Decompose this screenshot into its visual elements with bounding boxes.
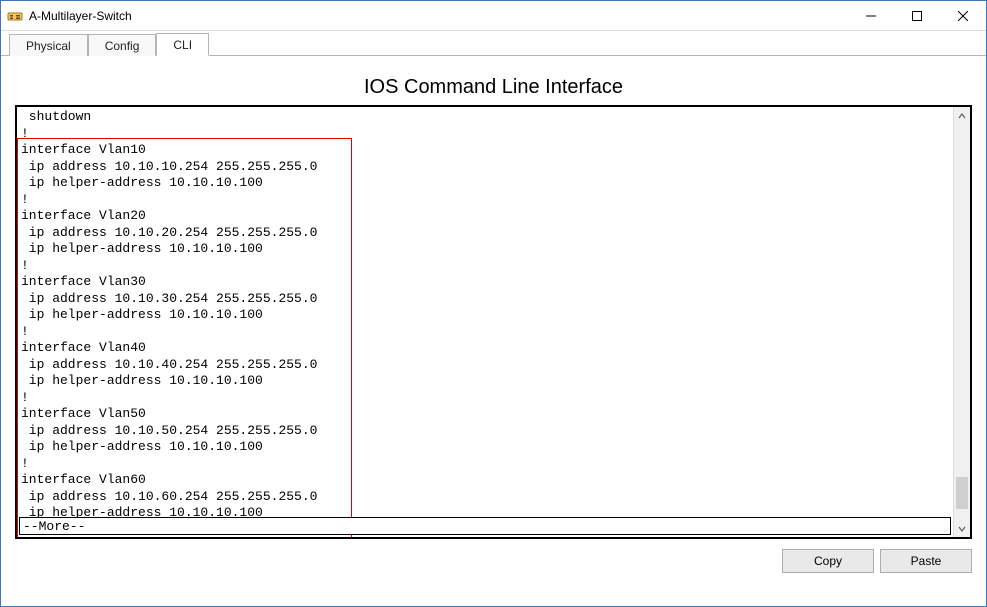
- terminal-line: interface Vlan50: [21, 406, 146, 421]
- terminal-line: interface Vlan40: [21, 340, 146, 355]
- tab-cli[interactable]: CLI: [156, 33, 209, 56]
- terminal-line: ip address 10.10.10.254 255.255.255.0: [21, 159, 317, 174]
- terminal-line: interface Vlan20: [21, 208, 146, 223]
- tab-physical[interactable]: Physical: [9, 34, 88, 56]
- terminal-scrollbar[interactable]: [953, 107, 970, 537]
- terminal-line: ip helper-address 10.10.10.100: [21, 307, 263, 322]
- paste-button[interactable]: Paste: [880, 549, 972, 573]
- copy-button[interactable]: Copy: [782, 549, 874, 573]
- titlebar: A-Multilayer-Switch: [1, 1, 986, 31]
- terminal-line: ip address 10.10.20.254 255.255.255.0: [21, 225, 317, 240]
- terminal-line: ip helper-address 10.10.10.100: [21, 439, 263, 454]
- terminal-line: !: [21, 390, 29, 405]
- terminal-input[interactable]: --More--: [19, 517, 951, 535]
- scroll-up-icon[interactable]: [954, 107, 970, 124]
- button-row: Copy Paste: [15, 549, 972, 573]
- minimize-button[interactable]: [848, 1, 894, 30]
- terminal-line: interface Vlan30: [21, 274, 146, 289]
- terminal-line: shutdown: [21, 109, 91, 124]
- terminal-line: !: [21, 126, 29, 141]
- terminal-line: ip address 10.10.60.254 255.255.255.0: [21, 489, 317, 504]
- terminal-line: interface Vlan10: [21, 142, 146, 157]
- terminal-line: ip helper-address 10.10.10.100: [21, 241, 263, 256]
- terminal-line: !: [21, 456, 29, 471]
- terminal-area: shutdown ! interface Vlan10 ip address 1…: [15, 105, 972, 539]
- scroll-down-icon[interactable]: [954, 520, 970, 537]
- terminal-line: interface Vlan60: [21, 472, 146, 487]
- terminal-input-text: --More--: [23, 519, 85, 534]
- close-button[interactable]: [940, 1, 986, 30]
- terminal-line: !: [21, 324, 29, 339]
- maximize-button[interactable]: [894, 1, 940, 30]
- tab-config[interactable]: Config: [88, 34, 157, 56]
- terminal-line: !: [21, 192, 29, 207]
- terminal-line: ip address 10.10.50.254 255.255.255.0: [21, 423, 317, 438]
- scroll-thumb[interactable]: [956, 477, 968, 509]
- page-title: IOS Command Line Interface: [15, 76, 972, 99]
- terminal-output[interactable]: shutdown ! interface Vlan10 ip address 1…: [17, 107, 970, 537]
- tab-bar: Physical Config CLI: [1, 31, 986, 56]
- terminal-line: ip address 10.10.40.254 255.255.255.0: [21, 357, 317, 372]
- terminal-line: ip helper-address 10.10.10.100: [21, 373, 263, 388]
- terminal-line: ip helper-address 10.10.10.100: [21, 175, 263, 190]
- device-icon: [7, 8, 23, 24]
- window-controls: [848, 1, 986, 30]
- terminal-line: ip address 10.10.30.254 255.255.255.0: [21, 291, 317, 306]
- terminal-line: !: [21, 258, 29, 273]
- window-title: A-Multilayer-Switch: [29, 9, 132, 23]
- content-area: IOS Command Line Interface shutdown ! in…: [1, 56, 986, 583]
